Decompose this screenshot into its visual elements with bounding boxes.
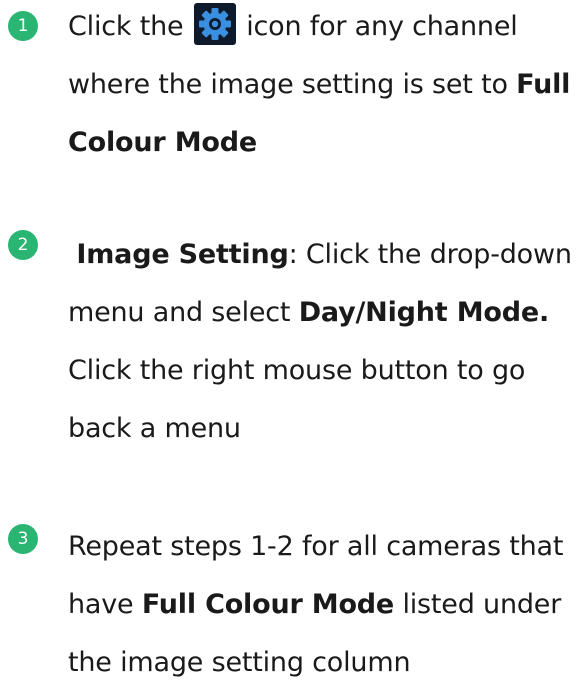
step-line: menu and select Day/Night Mode.	[68, 284, 583, 342]
step-text-fragment: : Click the drop-down	[288, 239, 572, 270]
step-text: Repeat steps 1-2 for all cameras that ha…	[68, 518, 583, 692]
step-bold-fragment: Full Colour Mode	[141, 589, 395, 620]
step-text-fragment: icon for any channel	[246, 11, 518, 42]
step-text: Click the icon for any channel where the…	[68, 0, 583, 172]
step-line: Colour Mode	[68, 114, 583, 172]
step-line: Repeat steps 1-2 for all cameras that	[68, 531, 564, 562]
step-text-fragment: Click the	[68, 11, 184, 42]
step-number-badge: 2	[8, 230, 38, 260]
step-number-badge: 1	[8, 11, 38, 41]
step-text: Image Setting: Click the drop-down menu …	[68, 226, 583, 458]
step-line: where the image setting is set to Full	[68, 56, 583, 114]
step-text-fragment: have	[68, 589, 134, 620]
step-text-fragment: menu and select	[68, 297, 291, 328]
step-bold-fragment: Day/Night Mode.	[298, 297, 550, 328]
step-bold-fragment: Full	[516, 69, 571, 100]
step-bold-fragment: Image Setting	[76, 239, 289, 270]
step-line: the image setting column	[68, 647, 411, 678]
step-line: back a menu	[68, 413, 241, 444]
gear-icon	[193, 2, 236, 45]
step-line: Click the right mouse button to go	[68, 355, 526, 386]
step-number-badge: 3	[8, 524, 38, 554]
step-line: Click the icon for any channel	[68, 0, 583, 56]
step-line: have Full Colour Mode listed under	[68, 576, 583, 634]
step-line: Image Setting: Click the drop-down	[68, 226, 583, 284]
step-text-fragment: where the image setting is set to	[68, 69, 508, 100]
step-text-fragment: listed under	[402, 589, 562, 620]
step-bold-fragment: Colour Mode	[68, 127, 257, 158]
